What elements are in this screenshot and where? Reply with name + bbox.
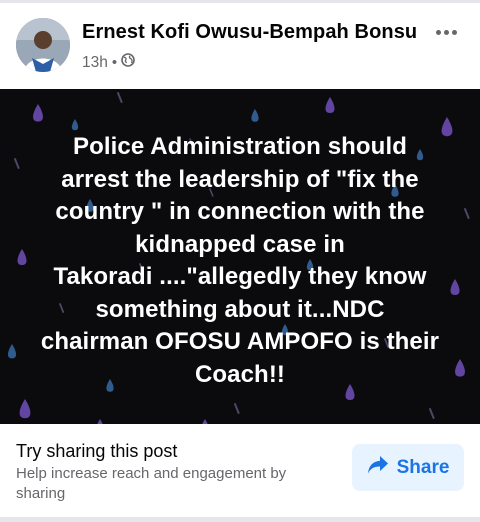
share-arrow-icon xyxy=(367,455,389,480)
post-image[interactable]: Police Administration should arrest the … xyxy=(0,89,480,424)
raindrop xyxy=(117,92,123,103)
meta-separator: • xyxy=(111,54,118,71)
raindrop xyxy=(234,403,240,414)
raindrop xyxy=(19,399,31,419)
post-text-line: Coach!! xyxy=(194,360,286,388)
raindrop xyxy=(325,97,335,113)
raindrop xyxy=(7,344,17,359)
more-options-dot xyxy=(443,29,449,35)
share-button[interactable]: Share xyxy=(352,444,464,491)
post-text-line: Takoradi ...."allegedly they know xyxy=(53,263,427,290)
post-text-line: arrest the leadership of "fix the xyxy=(61,165,419,193)
raindrop xyxy=(464,208,470,219)
raindrop xyxy=(251,109,259,122)
bottom-divider xyxy=(0,517,480,522)
share-button-label: Share xyxy=(396,456,450,478)
share-prompt-description: Help increase reach and engagement by sh… xyxy=(16,465,287,502)
post-meta: 13h • xyxy=(82,53,135,72)
post-text-line: chairman OFOSU AMPOFO is their xyxy=(40,328,440,355)
post-header: Ernest Kofi Owusu-Bempah Bonsu 13h • xyxy=(0,3,480,89)
post-text-line: Police Administration should xyxy=(73,133,407,160)
raindrop xyxy=(429,408,435,419)
post-text-line: something about it...NDC xyxy=(95,295,385,323)
post-text: Police Administration should arrest the … xyxy=(18,131,462,391)
post-text-line: country " in connection with the xyxy=(55,198,425,225)
avatar[interactable] xyxy=(16,18,70,72)
raindrop xyxy=(71,119,79,131)
timestamp[interactable]: 13h xyxy=(82,54,108,72)
more-options-dot xyxy=(435,29,441,35)
share-prompt: Try sharing this post Help increase reac… xyxy=(0,424,480,522)
share-prompt-title: Try sharing this post xyxy=(16,441,178,461)
more-options-button[interactable] xyxy=(428,21,464,43)
post-text-line: kidnapped case in xyxy=(135,230,345,258)
globe-icon xyxy=(121,53,135,72)
raindrop xyxy=(33,104,43,122)
more-options-dot xyxy=(451,29,457,35)
author-name[interactable]: Ernest Kofi Owusu-Bempah Bonsu xyxy=(82,21,417,44)
